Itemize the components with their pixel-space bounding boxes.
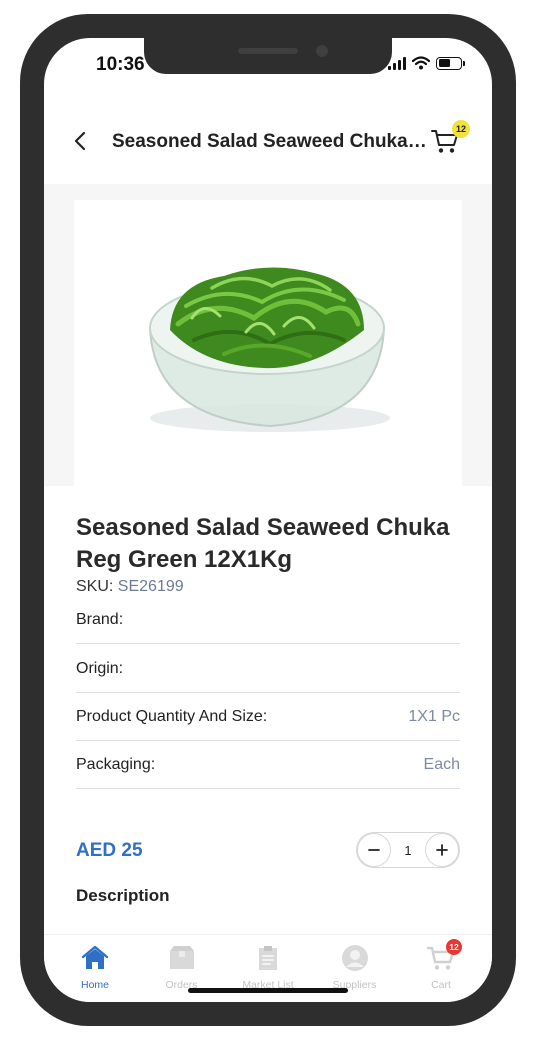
app-screen: 10:36 Seasoned Salad Seaweed Chuka R... [44,38,492,1002]
user-icon [340,943,370,973]
tab-label: Home [80,979,109,991]
tab-label: Cart [431,979,451,991]
product-image[interactable] [74,200,462,486]
description-heading: Description [76,886,170,905]
battery-icon [436,56,465,70]
front-camera [316,45,328,57]
tab-home[interactable]: Home [52,935,138,1002]
spec-row-brand: Brand: [76,596,460,644]
cart-tab-badge: 12 [446,939,462,955]
status-icons [388,56,465,70]
speaker-grille [238,48,298,54]
header-cart-button[interactable]: 12 [430,120,470,158]
product-price: AED 25 [76,840,143,861]
quantity-stepper: 1 [356,832,460,868]
product-image-area [44,184,492,486]
cart-icon: 12 [426,939,462,973]
spec-row-quantity-size: Product Quantity And Size: 1X1 Pc [76,693,460,741]
spec-label: Product Quantity And Size: [76,707,268,725]
spec-value: 1X1 Pc [408,707,460,725]
spec-value: Each [423,755,460,773]
sku-label: SKU: [76,578,114,595]
spec-label: Brand: [76,610,124,628]
status-time: 10:36 [96,54,145,75]
plus-icon [436,844,448,856]
quantity-value[interactable]: 1 [404,843,411,858]
top-app-bar: Seasoned Salad Seaweed Chuka R... 12 [44,112,492,172]
device-notch [144,38,392,74]
sku-value: SE26199 [117,578,184,595]
spec-label: Packaging: [76,755,156,773]
back-button[interactable] [68,126,92,156]
chevron-left-icon [74,131,86,151]
spec-row-origin: Origin: [76,645,460,693]
page-title: Seasoned Salad Seaweed Chuka R... [112,131,430,152]
phone-frame: 10:36 Seasoned Salad Seaweed Chuka R... [20,14,516,1026]
spec-label: Origin: [76,659,124,677]
decrease-quantity-button[interactable] [357,833,391,867]
sku-line: SKU: SE26199 [76,578,184,596]
tab-cart[interactable]: 12 Cart [398,935,484,1002]
cart-count-badge: 12 [452,120,470,138]
home-icon [80,943,110,973]
wifi-icon [412,56,430,70]
minus-icon [368,849,380,851]
clipboard-icon [253,943,283,973]
spec-row-packaging: Packaging: Each [76,741,460,789]
home-indicator [188,988,348,993]
box-icon [167,943,197,973]
seaweed-salad-bowl-image [149,267,390,432]
increase-quantity-button[interactable] [424,833,459,867]
product-title: Seasoned Salad Seaweed Chuka Reg Green 1… [76,514,450,573]
